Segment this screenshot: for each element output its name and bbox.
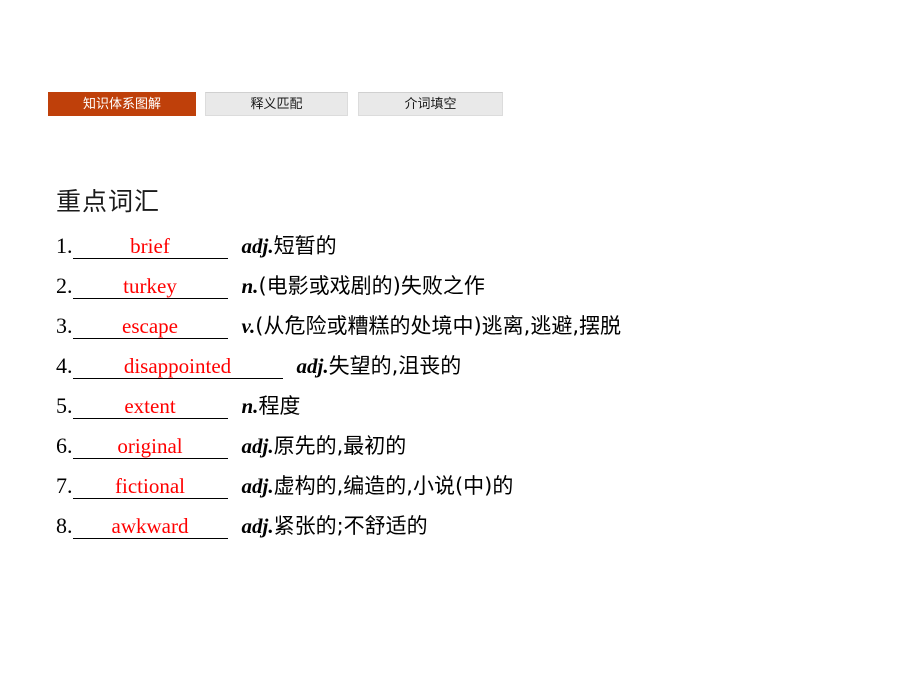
part-of-speech: n. [241,274,259,298]
vocabulary-list: 1. brief adj.短暂的 2. turkey n.(电影或戏剧的)失败之… [56,230,886,550]
definition: adj.短暂的 [242,230,337,260]
answer-blank[interactable]: extent [72,395,228,420]
item-number: 5. [56,393,73,418]
part-of-speech: n. [241,394,259,418]
part-of-speech: adj. [241,234,274,258]
answer-blank[interactable]: turkey [72,275,228,300]
part-of-speech: adj. [241,434,274,458]
part-of-speech: adj. [241,514,274,538]
chinese-meaning: 失望的,沮丧的 [328,354,462,378]
definition: adj.原先的,最初的 [242,430,407,460]
answer-blank[interactable]: escape [72,315,228,340]
vocabulary-item: 1. brief adj.短暂的 [56,230,886,270]
chinese-meaning: (从危险或糟糕的处境中)逃离,逃避,摆脱 [255,314,622,338]
vocabulary-item: 5. extent n.程度 [56,390,886,430]
item-number: 2. [56,273,73,298]
definition: adj.失望的,沮丧的 [297,350,462,380]
tab-definition-matching[interactable]: 释义匹配 [205,92,348,116]
vocabulary-item: 6. original adj.原先的,最初的 [56,430,886,470]
tab-preposition-fill[interactable]: 介词填空 [358,92,503,116]
answer-blank[interactable]: disappointed [72,355,283,380]
tab-bar: 知识体系图解 释义匹配 介词填空 [48,92,503,116]
chinese-meaning: 原先的,最初的 [273,434,407,458]
chinese-meaning: 紧张的;不舒适的 [273,514,428,538]
item-number: 3. [56,313,73,338]
definition: n.(电影或戏剧的)失败之作 [242,270,485,300]
chinese-meaning: 虚构的,编造的,小说(中)的 [273,474,514,498]
definition: v.(从危险或糟糕的处境中)逃离,逃避,摆脱 [242,310,622,340]
vocabulary-item: 2. turkey n.(电影或戏剧的)失败之作 [56,270,886,310]
answer-blank[interactable]: fictional [72,475,228,500]
chinese-meaning: 程度 [258,394,301,418]
part-of-speech: v. [241,314,256,338]
answer-blank[interactable]: brief [72,235,228,260]
answer-blank[interactable]: original [72,435,228,460]
item-number: 8. [56,513,73,538]
vocabulary-item: 3. escape v.(从危险或糟糕的处境中)逃离,逃避,摆脱 [56,310,886,350]
vocabulary-item: 4. disappointed adj.失望的,沮丧的 [56,350,886,390]
item-number: 1. [56,233,73,258]
vocabulary-item: 7. fictional adj.虚构的,编造的,小说(中)的 [56,470,886,510]
vocabulary-item: 8. awkward adj.紧张的;不舒适的 [56,510,886,550]
section-title: 重点词汇 [56,187,161,216]
tab-knowledge-diagram[interactable]: 知识体系图解 [48,92,196,116]
definition: n.程度 [242,390,301,420]
part-of-speech: adj. [296,354,329,378]
chinese-meaning: 短暂的 [273,234,337,258]
chinese-meaning: (电影或戏剧的)失败之作 [258,274,485,298]
definition: adj.虚构的,编造的,小说(中)的 [242,470,514,500]
part-of-speech: adj. [241,474,274,498]
item-number: 4. [56,353,73,378]
item-number: 6. [56,433,73,458]
definition: adj.紧张的;不舒适的 [242,510,428,540]
answer-blank[interactable]: awkward [72,515,228,540]
item-number: 7. [56,473,73,498]
